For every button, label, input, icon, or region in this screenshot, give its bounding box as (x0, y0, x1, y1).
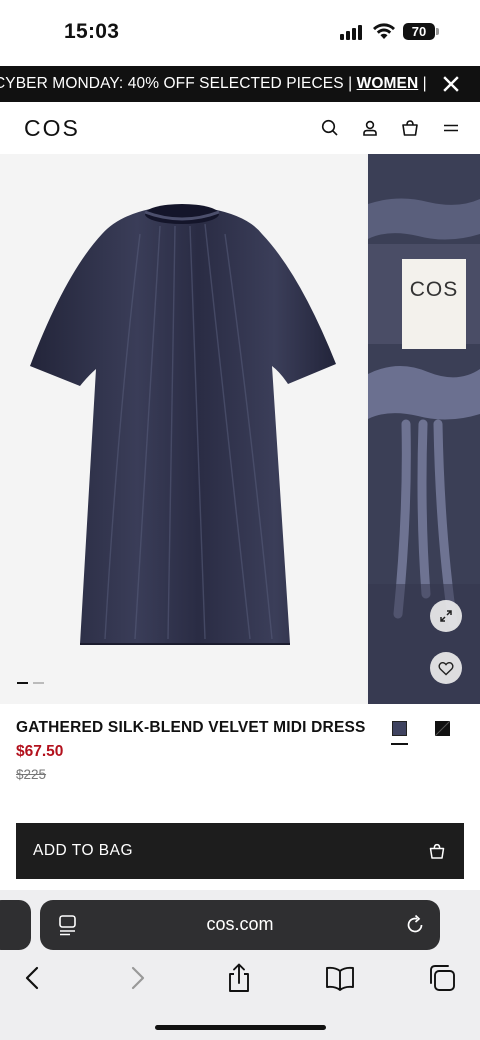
battery-icon: 70 (403, 23, 435, 40)
promo-trail: | (418, 75, 427, 92)
wishlist-button[interactable] (430, 652, 462, 684)
gallery-dot[interactable] (33, 682, 44, 684)
site-header: COS (0, 102, 480, 154)
add-to-bag-button[interactable]: ADD TO BAG (16, 823, 464, 879)
dress-image (30, 204, 336, 645)
label-text: COS (410, 278, 459, 301)
close-icon[interactable] (440, 73, 462, 95)
promo-text: CYBER MONDAY: 40% OFF SELECTED PIECES | … (0, 75, 428, 93)
original-price: $225 (16, 767, 47, 782)
status-bar: 15:03 70 (0, 0, 480, 66)
promo-banner: CYBER MONDAY: 40% OFF SELECTED PIECES | … (0, 66, 480, 102)
promo-message: CYBER MONDAY: 40% OFF SELECTED PIECES | (0, 75, 357, 92)
bookmarks-icon[interactable] (325, 963, 355, 993)
swatch-black-pattern (434, 720, 451, 737)
product-image-detail[interactable]: COS (368, 154, 480, 704)
sale-price: $67.50 (16, 743, 64, 760)
battery-tip (436, 28, 439, 35)
reload-icon[interactable] (404, 914, 426, 936)
home-indicator (155, 1025, 326, 1030)
forward-icon[interactable] (122, 963, 152, 993)
product-image-main[interactable] (0, 154, 366, 704)
previous-tab[interactable] (0, 900, 31, 950)
product-gallery[interactable]: COS (0, 154, 480, 704)
browser-toolbar: cos.com (0, 890, 480, 1040)
heart-icon (438, 661, 454, 675)
expand-button[interactable] (430, 600, 462, 632)
menu-icon[interactable] (441, 118, 461, 138)
signal-icon (340, 25, 362, 40)
share-icon[interactable] (224, 963, 254, 993)
bag-icon (429, 843, 445, 859)
gallery-dots (17, 682, 44, 684)
add-to-bag-label: ADD TO BAG (33, 842, 134, 859)
back-icon[interactable] (18, 963, 48, 993)
status-time: 15:03 (64, 20, 120, 43)
bag-icon[interactable] (400, 118, 420, 138)
url-text[interactable]: cos.com (40, 914, 440, 935)
detail-image: COS (368, 154, 480, 704)
address-bar[interactable]: cos.com (40, 900, 440, 950)
product-title: GATHERED SILK-BLEND VELVET MIDI DRESS (16, 719, 366, 736)
promo-women-link[interactable]: WOMEN (357, 75, 419, 92)
gallery-dot-active[interactable] (17, 682, 28, 684)
wifi-icon (373, 23, 395, 39)
search-icon[interactable] (320, 118, 340, 138)
swatch-black[interactable] (434, 720, 451, 737)
swatch-selected-indicator (391, 743, 408, 745)
account-icon[interactable] (360, 118, 380, 138)
swatch-navy[interactable] (392, 721, 407, 736)
tabs-icon[interactable] (427, 963, 457, 993)
expand-icon (440, 610, 452, 622)
cos-logo[interactable]: COS (24, 115, 80, 142)
